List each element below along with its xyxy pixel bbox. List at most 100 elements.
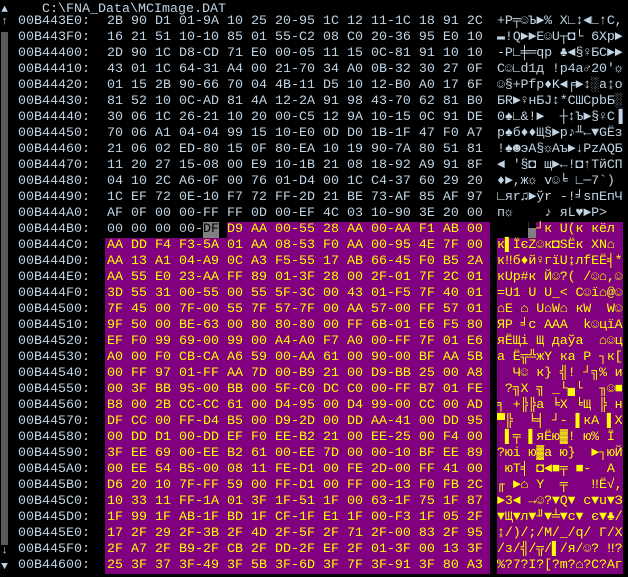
hex-row[interactable]: 00B44460: 21 06 02 ED-80 15 0F 80-EA 10 1… [0,142,628,158]
row-hex-bytes[interactable]: 2F A7 2F B9-2F CB 2F DD-2F EF 2F 01-3F 0… [107,542,483,558]
row-text-chars[interactable]: ╓ ► ⌂ Y ╤ ‼ Ё √, [497,478,623,494]
row-text-chars[interactable]: ♦ ►, ж ☼ v ☺ ╘ ∟ ─ 7 `) [497,174,623,190]
row-hex-bytes[interactable]: 00 EE 54 B5-00 08 11 FE-D1 00 FE 2D-00 F… [107,462,483,478]
row-hex-bytes[interactable]: 21 06 02 ED-80 15 0F 80-EA 10 19 90-7A 8… [107,142,483,158]
row-text-chars[interactable]: ? ╗ Х ╗ _ └ ▄ └ ╖ ☺ ■ [497,382,623,398]
row-text-chars[interactable]: яЁЩi Щ даўа ⌂ ☺ ц [497,334,623,350]
hex-row[interactable]: 00B445C0: 10 33 11 FF-1A 01 3F 1F-51 1F 0… [0,494,628,510]
hex-row[interactable]: 00B44580: 00 DD D1 00-DD EF F0 EE-B2 21 0… [0,430,628,446]
hex-row[interactable]: 00B445E0: 17 2F 29 2F-3B 2F 4D 2F-5F 2F 7… [0,526,628,542]
row-text-chars[interactable]: ╕ + ╠ ╠ a ╘ Х ╘ Щ ╠ н [497,398,623,414]
hex-row[interactable]: 00B445B0: D6 20 10 7F-FF 59 00 FF-D1 00 F… [0,478,628,494]
row-text-chars[interactable]: ▀ ╠ ╘ ╡ ┘ - ▌ к A ▌ Х [497,414,623,430]
hex-row[interactable]: 00B443E0: 2B 90 D1 01-9A 10 25 20-95 1C 1… [0,14,628,30]
row-hex-bytes[interactable]: AF 0F 00 00-FF FF 0D 00-EF 4C 03 10-90 3… [107,206,483,222]
hex-row[interactable]: 00B444D0: AA 13 A1 04-A9 0C A3 F5-55 17 A… [0,254,628,270]
hex-row[interactable]: 00B44440: 30 06 1C 26-21 10 20 00-C5 12 9… [0,110,628,126]
row-hex-bytes[interactable]: 00 00 00 00-DF D9 AA 00-55 28 AA 00-AA F… [107,222,483,238]
row-hex-bytes[interactable]: 2D 90 1C D8-CD 71 E0 00-05 11 15 0C-81 9… [107,46,483,62]
row-hex-bytes[interactable]: D6 20 10 7F-FF 59 00 FF-D1 00 FF 00-13 F… [107,478,483,494]
hex-row[interactable]: 00B445A0: 00 EE 54 B5-00 08 11 FE-D1 00 F… [0,462,628,478]
row-text-chars[interactable]: ▬! Q ► ► Е ☺ U ┬ ◘ └ 6 Хр ► [497,30,623,46]
hex-row[interactable]: 00B44420: 01 15 2B 90-66 70 04 4B-11 D5 1… [0,78,628,94]
hex-row[interactable]: 00B44590: 3F EE 69 00-EE B2 61 00-EE 7D 0… [0,446,628,462]
hex-row[interactable]: 00B44490: 1C EF 72 0E-10 F7 72 FF-2D 21 B… [0,190,628,206]
row-hex-bytes[interactable]: 01 15 2B 90-66 70 04 4B-11 D5 10 12-B0 A… [107,78,483,94]
hex-row[interactable]: 00B44410: 43 01 1C 64-31 A4 00 21-70 34 A… [0,62,628,78]
hex-row[interactable]: 00B44470: 11 20 27 15-08 00 E9 10-1B 21 0… [0,158,628,174]
row-hex-bytes[interactable]: AA DD F4 F3-5A 01 AA 08-53 F0 AA 00-95 4… [107,238,483,254]
hex-row[interactable]: 00B44540: 00 FF 97 01-FF AA 7D 00-B9 21 0… [0,366,628,382]
row-text-chars[interactable]: p ♠ б ♦ ♦ Щ § ► р ♪ ╨ ← ▼ G Ёз [497,126,623,142]
hex-row[interactable]: 00B445F0: 2F A7 2F B9-2F CB 2F DD-2F EF 2… [0,542,628,558]
row-text-chars[interactable]: + Р ╤ ☺ Ъ ►% Х ∟ ↕ ◄ ∟ ↑ С, [497,14,623,30]
row-text-chars[interactable]: ю T ╡ ◘ ◄ ■ ╤ ■ - A [497,462,623,478]
row-text-chars[interactable]: C ☺ ∟ d 1 д ! p 4 а ♂ 2 0 ' ☼ [497,62,623,78]
row-text-chars[interactable]: = U 1 U U _ < C ☺ ї ⌂ @ ☺ [497,286,623,302]
row-hex-bytes[interactable]: 30 06 1C 26-21 10 20 00-C5 12 9A 10-15 0… [107,110,483,126]
row-text-chars[interactable]: к Uр # к Й ☺?( / ☺ ⌂, ☺ [497,270,623,286]
row-text-chars[interactable]: ▼ Щ ▼ л ▼ ╜ ▼ ╧ ▼ с ▼ є ▼ ♣ / [497,510,623,526]
row-text-chars[interactable]: к ‼ б ♦ й ♀ г ї U ↨ л f E Ё ╡ * [497,254,623,270]
hex-row[interactable]: 00B444F0: 3D 55 31 00-55 00 55 5F-3C 00 4… [0,286,628,302]
row-hex-bytes[interactable]: 04 10 2C A6-0F 00 76 01-D4 00 1C C4-37 6… [107,174,483,190]
row-hex-bytes[interactable]: 70 06 A1 04-04 99 15 10-E0 0D D0 1B-1F 4… [107,126,483,142]
hex-row[interactable]: 00B44400: 2D 90 1C D8-CD 71 E0 00-05 11 1… [0,46,628,62]
hex-row[interactable]: 00B444C0: AA DD F4 F3-5A 01 AA 08-53 F0 A… [0,238,628,254]
row-text-chars[interactable]: Б R ► ♀ н Б J ↕ * С Ш Cp b Б ░ [497,94,623,110]
row-text-chars[interactable]: п ☼ ♪ я L ♥ ► Р > [497,206,623,222]
row-hex-bytes[interactable]: 3F EE 69 00-EE B2 61 00-EE 7D 00 00-10 B… [107,446,483,462]
row-text-chars[interactable]: %? 7? I?[? m? ⌂? С? Аг [497,558,623,574]
row-text-chars[interactable]: ► 3 ◄ → ☺? ▼ Q ▼ c ▼ u ▼ З [497,494,623,510]
hex-row[interactable]: 00B445D0: 1F 99 1F AB-1F BD 1F CF-1F E1 1… [0,510,628,526]
row-text-chars[interactable]: ∟ я r ♫ ► ў r -! ╛ s п Еп Ч [497,190,623,206]
hex-row[interactable]: 00B44480: 04 10 2C A6-0F 00 76 01-D4 00 1… [0,174,628,190]
row-text-chars[interactable]: ↨ /) /; / M / _ / q / Г / Х [497,526,623,542]
hex-row[interactable]: 00B44500: 7F 45 00 7F-00 55 7F 57-7F 00 A… [0,302,628,318]
row-hex-bytes[interactable]: AA 55 E0 23-AA FF 89 01-3F 28 00 2F-01 7… [107,270,483,286]
row-hex-bytes[interactable]: 17 2F 29 2F-3B 2F 4D 2F-5F 2F 71 2F-00 8… [107,526,483,542]
row-hex-bytes[interactable]: 81 52 10 0C-AD 81 4A 12-2A 91 98 43-70 6… [107,94,483,110]
row-hex-bytes[interactable]: AA 13 A1 04-A9 0C A3 F5-55 17 AB 66-45 F… [107,254,483,270]
row-text-chars[interactable]: 0 ♠ ∟ &! ► ┼ ↕ Ъ ► § ♀ С ▐ [497,110,623,126]
row-text-chars[interactable]: - Р ∟ ╪ ═ q р ♣ ◄ § ♀ Б С ► ► [497,46,623,62]
row-text-chars[interactable]: ◄ ' § ◘ щ ► ←! ◘ ↑ Тй С П [497,158,623,174]
row-text-chars[interactable]: ⌂ E ⌂ U ⌂ W ⌂ кW W ☺ [497,302,623,318]
row-hex-bytes[interactable]: 1F 99 1F AB-1F BD 1F CF-1F E1 1F 00-F3 1… [107,510,483,526]
row-text-chars[interactable]: ▌ ╤ ▌ я Ёю ▓! ю% Ї [497,430,623,446]
hex-row[interactable]: 00B44570: DF CC 00 FF-D4 B5 00 D9-2D 00 D… [0,414,628,430]
row-text-chars[interactable]: Ч ☺ к} ╣! ┘ ╗% и [497,366,623,382]
row-text-chars[interactable]: ☺ § + Рf p ♦ K ◄ ╒ ► ↕ ░ а ↨ o [497,78,623,94]
row-hex-bytes[interactable]: DF CC 00 FF-D4 B5 00 D9-2D 00 DD AA-41 0… [107,414,483,430]
hex-dump[interactable]: 00B443E0: 2B 90 D1 01-9A 10 25 20-95 1C 1… [0,14,628,574]
row-hex-bytes[interactable]: A0 00 F0 CB-CA A6 59 00-AA 61 00 90-00 B… [107,350,483,366]
row-hex-bytes[interactable]: 00 DD D1 00-DD EF F0 EE-B2 21 00 EE-25 0… [107,430,483,446]
hex-row[interactable]: 00B444A0: AF 0F 00 00-FF FF 0D 00-EF 4C 0… [0,206,628,222]
row-text-chars[interactable]: а Ё ╦ ╩ ж Y кa Р ┐ к[ [497,350,623,366]
hex-row[interactable]: 00B44530: A0 00 F0 CB-CA A6 59 00-AA 61 0… [0,350,628,366]
row-hex-bytes[interactable]: 3D 55 31 00-55 00 55 5F-3C 00 43 01-F5 7… [107,286,483,302]
hex-row[interactable]: 00B444E0: AA 55 E0 23-AA FF 89 01-3F 28 0… [0,270,628,286]
row-hex-bytes[interactable]: 00 FF 97 01-FF AA 7D 00-B9 21 00 D9-BB 2… [107,366,483,382]
row-hex-bytes[interactable]: 16 21 51 10-10 85 01 55-C2 08 C0 20-36 9… [107,30,483,46]
hex-row[interactable]: 00B44430: 81 52 10 0C-AD 81 4A 12-2A 91 9… [0,94,628,110]
hex-row[interactable]: 00B44550: 00 3F BB 95-00 BB 00 5F-C0 DC C… [0,382,628,398]
row-hex-bytes[interactable]: 7F 45 00 7F-00 55 7F 57-7F 00 AA 57-00 F… [107,302,483,318]
hex-row[interactable]: 00B443F0: 16 21 51 10-10 85 01 55-C2 08 C… [0,30,628,46]
row-text-chars[interactable]: / з / ╣ / ╦ / ▌ / я / ☺? ‼? [497,542,623,558]
hex-row[interactable]: 00B44600: 25 3F 37 3F-49 3F 5B 3F-6D 3F 7… [0,558,628,574]
row-text-chars[interactable]: ЯP ╛ c ААА k ☺ ц ї А [497,318,623,334]
row-hex-bytes[interactable]: 11 20 27 15-08 00 E9 10-1B 21 08 18-92 A… [107,158,483,174]
row-hex-bytes[interactable]: 10 33 11 FF-1A 01 3F 1F-51 1F 00 63-1F 7… [107,494,483,510]
row-text-chars[interactable]: к ▌ Їє Z ☺ к ◘ S Ёк Х N ⌂ [497,238,623,254]
row-hex-bytes[interactable]: 9F 50 00 BE-63 00 80 80-80 00 FF 6B-01 E… [107,318,483,334]
row-hex-bytes[interactable]: 1C EF 72 0E-10 F7 72 FF-2D 21 BE 73-AF 8… [107,190,483,206]
hex-row[interactable]: 00B444B0: 00 00 00 00-DF D9 AA 00-55 28 A… [0,222,628,238]
hex-row[interactable]: 00B44520: EF F0 99 69-00 99 00 A4-A0 F7 A… [0,334,628,350]
row-text-chars[interactable]: ! ♠ ☻ э А § ☼ Аъ ► ↓ Рz А Q Б [497,142,623,158]
row-hex-bytes[interactable]: EF F0 99 69-00 99 00 A4-A0 F7 A0 00-FF 7… [107,334,483,350]
row-text-chars[interactable]: ▀ ┘ к U(к кёл [497,222,623,238]
row-hex-bytes[interactable]: 43 01 1C 64-31 A4 00 21-70 34 A0 0B-32 3… [107,62,483,78]
row-hex-bytes[interactable]: 00 3F BB 95-00 BB 00 5F-C0 DC C0 00-FF B… [107,382,483,398]
hex-row[interactable]: 00B44560: B8 00 2B CC-CC 61 00 D4-95 00 D… [0,398,628,414]
